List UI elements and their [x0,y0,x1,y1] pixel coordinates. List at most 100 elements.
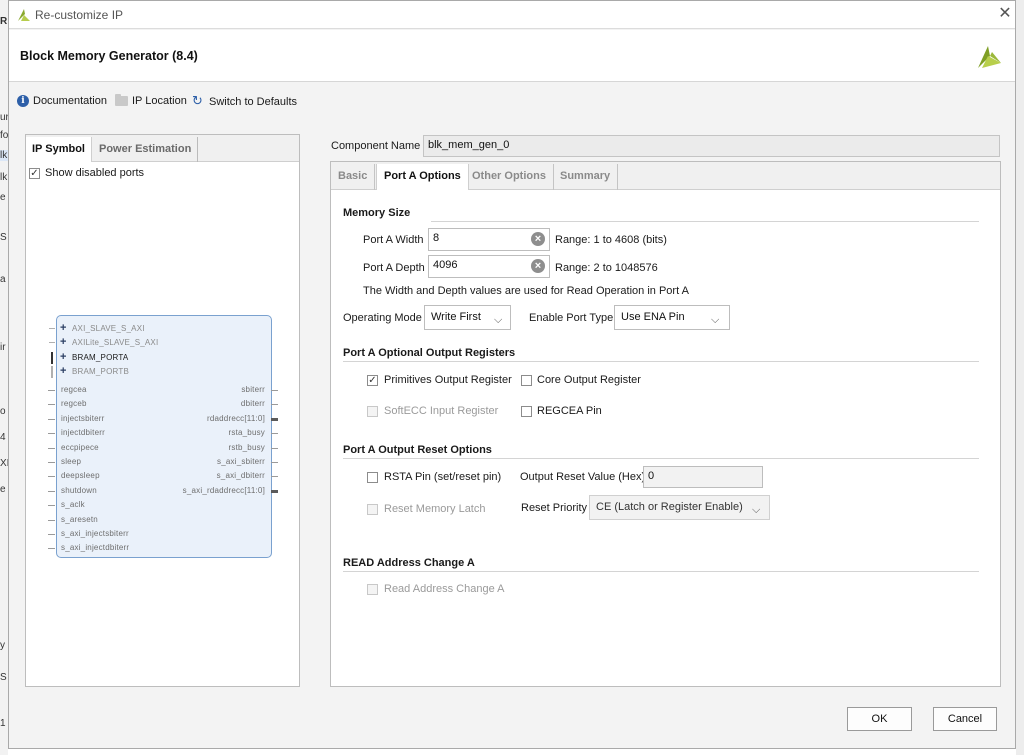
operating-mode-select[interactable]: Write First ⌵ [424,305,511,330]
port-pin [48,490,55,492]
port-a-depth-label: Port A Depth [363,262,425,274]
expand-bus-icon[interactable]: + [60,352,66,363]
port-pin [48,505,55,507]
output-port-label: rdaddrecc[11:0] [207,413,265,423]
background-app-left: R ur fo lk lk e S a ir o 4 XI e y S 1 [0,0,9,755]
port-pin [271,404,278,406]
tab-basic[interactable]: Basic [331,164,376,190]
section-reset-options: Port A Output Reset Options [343,444,492,456]
port-pin [271,489,278,493]
expand-bus-icon[interactable]: + [60,337,66,348]
output-reset-value-input[interactable]: 0 [643,466,763,488]
ip-location-button[interactable]: IP Location [115,94,187,107]
regcea-pin-checkbox[interactable] [521,406,532,417]
port-a-width-label: Port A Width [363,234,424,246]
port-pin [48,433,55,435]
port-pin [271,462,278,463]
primitives-output-register-label: Primitives Output Register [384,374,512,386]
divider [431,221,979,222]
output-port-label: s_axi_rdaddrecc[11:0] [182,485,265,495]
rsta-pin-checkbox[interactable] [367,472,378,483]
core-output-register-label: Core Output Register [537,374,641,386]
ip-location-label: IP Location [132,95,187,107]
tab-ip-symbol[interactable]: IP Symbol [26,137,92,162]
component-name-label: Component Name [331,140,421,152]
input-port-label: s_aresetn [61,514,98,524]
recustomize-ip-dialog: Re-customize IP ✕ Block Memory Generator… [8,0,1016,749]
ok-button[interactable]: OK [847,707,912,731]
divider [343,571,979,572]
section-memory-size: Memory Size [343,207,411,219]
ip-title: Block Memory Generator (8.4) [20,49,198,63]
reset-priority-value: CE (Latch or Register Enable) [596,501,743,513]
cancel-button[interactable]: Cancel [933,707,997,731]
input-port-label: sleep [61,457,82,466]
port-pin [271,390,278,391]
show-disabled-ports-checkbox[interactable]: ✓ [29,168,40,179]
bg-glyph: ir [0,342,6,353]
bg-glyph: S [0,232,7,243]
bg-glyph: e [0,484,6,495]
tab-power-estimation[interactable]: Power Estimation [93,137,199,162]
port-pin [48,390,55,391]
input-port-label: injectdbiterr [61,428,105,438]
tab-summary[interactable]: Summary [553,164,619,190]
bg-glyph: S [0,672,7,683]
output-port-label: rstb_busy [228,442,265,452]
bus-pin [51,352,53,364]
clear-icon[interactable]: × [531,259,545,273]
background-app-right [1016,0,1024,755]
port-pin [271,433,278,435]
read-address-change-label: Read Address Change A [384,583,505,595]
input-port-label: injectsbiterr [61,413,105,423]
output-port-label: dbiterr [240,399,265,409]
input-port-label: deepsleep [61,471,100,481]
bg-glyph: lk [0,172,8,183]
port-a-width-range: Range: 1 to 4608 (bits) [555,234,667,246]
reset-memory-latch-label: Reset Memory Latch [384,503,486,515]
primitives-output-register-checkbox[interactable]: ✓ [367,375,378,386]
bus-axilite-slave: AXILite_SLAVE_S_AXI [72,338,159,347]
show-disabled-ports-label: Show disabled ports [45,167,145,179]
toolbar: i Documentation IP Location ↻ Switch to … [9,83,1015,119]
info-icon: i [17,95,29,107]
bus-pin [51,366,53,378]
bus-pin [49,342,55,343]
output-port-label: sbiterr [241,385,265,394]
options-panel: Basic Port A Options Other Options Summa… [330,161,1001,687]
expand-bus-icon[interactable]: + [60,323,66,334]
clear-icon[interactable]: × [531,232,545,246]
title-bar: Re-customize IP ✕ [9,1,1015,29]
bus-pin [49,328,55,329]
bus-axi-slave: AXI_SLAVE_S_AXI [72,324,145,333]
bg-glyph: 4 [0,432,6,443]
port-pin [48,476,55,478]
enable-port-type-select[interactable]: Use ENA Pin ⌵ [614,305,730,330]
bus-bram-porta: BRAM_PORTA [72,353,129,362]
left-tab-bar: IP Symbol Power Estimation [26,135,299,162]
tab-other-options[interactable]: Other Options [465,164,554,190]
tab-port-a-options[interactable]: Port A Options [376,164,469,190]
enable-port-type-value: Use ENA Pin [621,311,685,323]
input-port-label: regceb [61,399,87,409]
chevron-down-icon: ⌵ [752,504,761,516]
regcea-pin-label: REGCEA Pin [537,405,602,417]
operating-mode-label: Operating Mode [343,312,422,324]
section-read-address-change: READ Address Change A [343,557,475,569]
expand-bus-icon[interactable]: + [60,366,66,377]
divider [343,361,979,362]
switch-defaults-button[interactable]: ↻ Switch to Defaults [192,95,297,108]
documentation-button[interactable]: i Documentation [17,95,107,107]
vivado-logo-icon [978,46,1001,68]
options-tab-bar: Basic Port A Options Other Options Summa… [331,162,1000,190]
close-icon[interactable]: ✕ [997,5,1013,23]
enable-port-type-label: Enable Port Type [529,312,614,324]
chevron-down-icon: ⌵ [711,314,720,326]
input-port-label: s_axi_injectdbiterr [61,543,130,553]
input-port-label: eccpipece [61,442,99,452]
input-port-label: s_aclk [61,500,85,510]
component-name-field[interactable]: blk_mem_gen_0 [423,135,1000,157]
core-output-register-checkbox[interactable] [521,375,532,386]
reset-memory-latch-checkbox [367,504,378,515]
folder-icon [115,94,128,106]
